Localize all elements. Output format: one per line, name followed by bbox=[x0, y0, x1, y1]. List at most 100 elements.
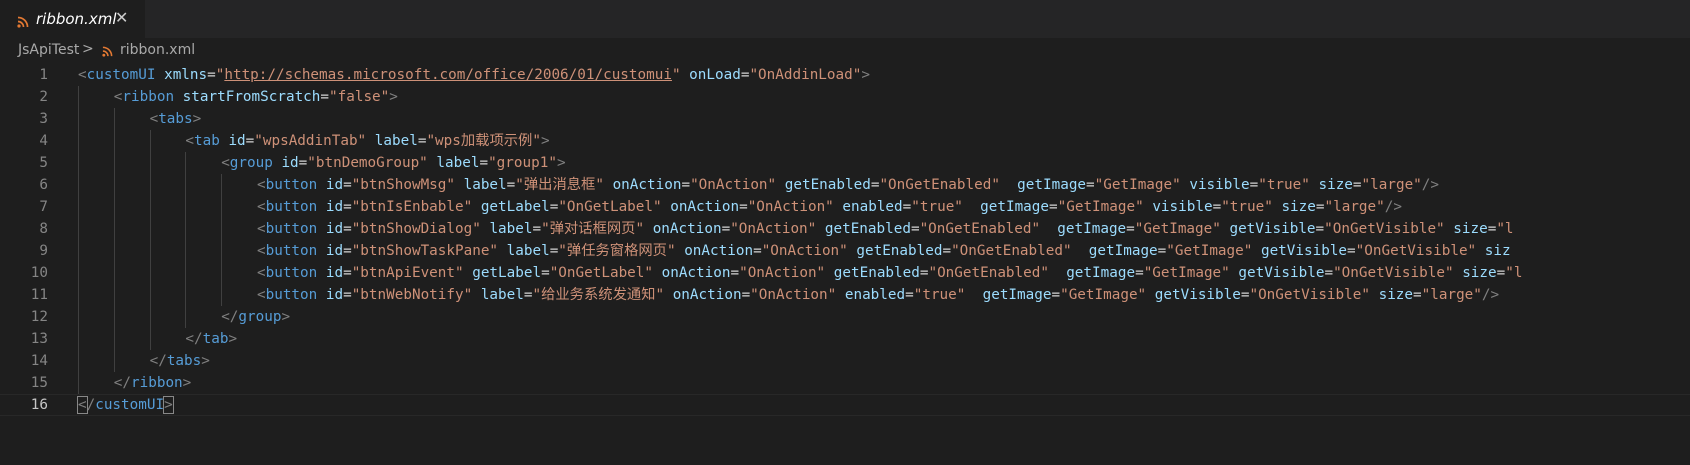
xml-attribute: getEnabled bbox=[833, 265, 920, 281]
code-line[interactable]: 8 <button id="btnShowDialog" label="弹对话框网… bbox=[0, 218, 1690, 240]
code-line[interactable]: 13 </tab> bbox=[0, 328, 1690, 350]
xml-string: "给业务系统发通知" bbox=[532, 287, 665, 303]
code-operator: = bbox=[1086, 177, 1095, 193]
xml-attribute: size bbox=[1318, 177, 1353, 193]
xml-string: "true" bbox=[1258, 177, 1310, 193]
code-operator: = bbox=[343, 221, 352, 237]
xml-attribute: id bbox=[325, 199, 344, 215]
code-operator: = bbox=[1135, 265, 1144, 281]
xml-tag-name: tabs bbox=[158, 111, 193, 127]
xml-attribute: getImage bbox=[982, 287, 1052, 303]
xml-string: "false" bbox=[329, 89, 390, 105]
breadcrumb-folder[interactable]: JsApiTest bbox=[18, 42, 79, 58]
line-number: 14 bbox=[30, 353, 48, 369]
code-line[interactable]: 12 </group> bbox=[0, 306, 1690, 328]
indent-guide bbox=[78, 350, 79, 372]
code-line[interactable]: 7 <button id="btnIsEnbable" getLabel="OnG… bbox=[0, 196, 1690, 218]
xml-attribute: getImage bbox=[1066, 265, 1136, 281]
code-text: <button id="btnShowDialog" label="弹对话框网页… bbox=[257, 218, 1514, 240]
xml-string: "btnShowMsg" bbox=[351, 177, 455, 193]
code-text: </group> bbox=[221, 306, 290, 328]
code-operator: = bbox=[1051, 287, 1061, 303]
code-operator: = bbox=[343, 199, 352, 215]
code-operator: = bbox=[1157, 243, 1167, 259]
code-punctuation: > bbox=[228, 331, 238, 347]
xml-string: "GetImage" bbox=[1166, 243, 1253, 259]
xml-attribute: size bbox=[1462, 265, 1497, 281]
indent-guide bbox=[149, 174, 151, 196]
indent-guide bbox=[113, 240, 115, 262]
rss-icon bbox=[102, 45, 113, 61]
xml-tag-name: tabs bbox=[166, 353, 202, 369]
code-line[interactable]: 16 </customUI> bbox=[0, 394, 1690, 416]
xml-string: "btnIsEnbable" bbox=[351, 199, 473, 215]
xml-tag-name: button bbox=[265, 221, 318, 237]
indent-guide bbox=[221, 174, 223, 196]
code-punctuation: < bbox=[257, 243, 266, 259]
code-operator: = bbox=[343, 287, 352, 303]
indent-guide bbox=[221, 240, 223, 262]
code-text: <group id="btnDemoGroup" label="group1"> bbox=[221, 152, 565, 174]
indent-guide bbox=[221, 284, 223, 306]
tab-ribbon-xml[interactable]: ribbon.xml ✕ bbox=[0, 0, 145, 38]
xml-attribute: xmlns bbox=[164, 67, 208, 83]
code-line[interactable]: 6 <button id="btnShowMsg" label="弹出消息框" o… bbox=[0, 174, 1690, 196]
code-punctuation: < bbox=[257, 177, 266, 193]
xml-string: "OnGetEnabled" bbox=[928, 265, 1049, 281]
code-line[interactable]: 14 </tabs> bbox=[0, 350, 1690, 372]
code-line[interactable]: 1 <customUI xmlns= "http://schemas.microso… bbox=[0, 64, 1690, 86]
xml-tag-name: button bbox=[265, 243, 318, 259]
code-operator: = bbox=[1049, 199, 1058, 215]
code-text: </tabs> bbox=[150, 350, 210, 372]
xml-string: "wps加载项示例" bbox=[426, 133, 541, 149]
breadcrumb-file[interactable]: ribbon.xml bbox=[120, 42, 195, 58]
code-punctuation: </ bbox=[185, 331, 203, 347]
current-line-highlight bbox=[0, 394, 1690, 416]
editor-tab-bar: ribbon.xml ✕ bbox=[0, 0, 1690, 38]
xml-attribute: onAction bbox=[661, 265, 731, 281]
indent-guide bbox=[78, 108, 79, 130]
indent-guide bbox=[149, 218, 151, 240]
indent-guide bbox=[113, 284, 115, 306]
code-line[interactable]: 2 <ribbon startFromScratch="false"> bbox=[0, 86, 1690, 108]
line-number: 8 bbox=[39, 221, 48, 237]
xml-string: "large" bbox=[1361, 177, 1422, 193]
code-punctuation: </ bbox=[113, 375, 132, 391]
code-operator: = bbox=[245, 133, 255, 149]
xml-string: "GetImage" bbox=[1057, 199, 1144, 215]
code-operator: = bbox=[1315, 199, 1325, 215]
xml-attribute: onAction bbox=[670, 199, 740, 215]
close-icon[interactable]: ✕ bbox=[115, 9, 128, 27]
indent-guide bbox=[185, 174, 187, 196]
link-url[interactable]: http://schemas.microsoft.com/office/2006… bbox=[224, 67, 672, 83]
indent-guide bbox=[78, 240, 79, 262]
code-operator: = bbox=[1413, 287, 1422, 303]
indent-guide bbox=[113, 262, 115, 284]
code-line[interactable]: 5 <group id="btnDemoGroup" label="group1"… bbox=[0, 152, 1690, 174]
code-line[interactable]: 10 <button id="btnApiEvent" getLabel="OnG… bbox=[0, 262, 1690, 284]
code-line[interactable]: 4 <tab id="wpsAddinTab" label="wps加载项示例"> bbox=[0, 130, 1690, 152]
code-line[interactable]: 9 <button id="btnShowTaskPane" label="弹任务… bbox=[0, 240, 1690, 262]
indent-guide bbox=[78, 130, 79, 152]
code-operator: = bbox=[343, 177, 352, 193]
code-line[interactable]: 11 <button id="btnWebNotify" label="给业务系统… bbox=[0, 284, 1690, 306]
line-number: 1 bbox=[39, 67, 48, 83]
code-line[interactable]: 3 <tabs> bbox=[0, 108, 1690, 130]
xml-string: "GetImage" bbox=[1094, 177, 1181, 193]
xml-string: "btnShowTaskPane" bbox=[351, 243, 499, 259]
code-punctuation: < bbox=[185, 133, 194, 149]
code-line[interactable]: 15 </ribbon> bbox=[0, 372, 1690, 394]
xml-tag-name: tab bbox=[194, 133, 220, 149]
code-editor[interactable]: 1 <customUI xmlns="http://schemas.microso… bbox=[0, 64, 1690, 465]
indent-guide bbox=[149, 306, 151, 328]
indent-guide bbox=[78, 262, 79, 284]
code-text: <button id="btnWebNotify" label="给业务系统发通… bbox=[257, 284, 1499, 306]
